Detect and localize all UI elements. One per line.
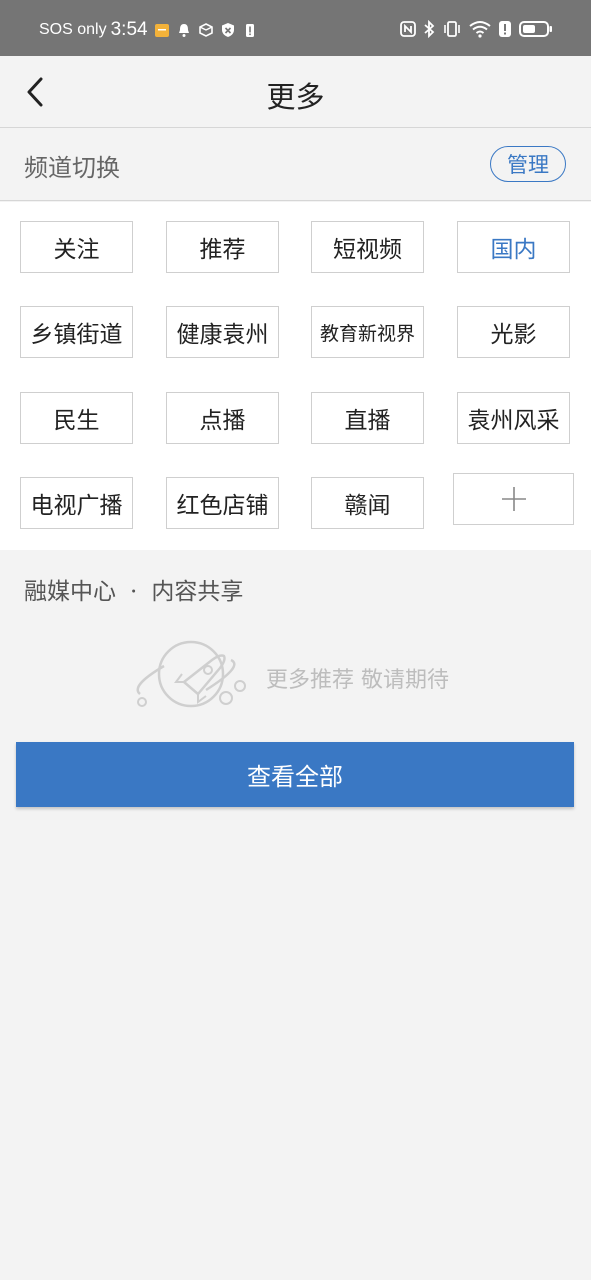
vibrate-icon bbox=[442, 20, 462, 43]
channel-chip[interactable]: 直播 bbox=[311, 392, 424, 444]
channel-chip[interactable]: 赣闻 bbox=[311, 477, 424, 529]
carrier-text: SOS only bbox=[39, 21, 107, 38]
channel-chip[interactable]: 民生 bbox=[20, 392, 133, 444]
nfc-icon bbox=[400, 20, 416, 43]
channel-chip-active[interactable]: 国内 bbox=[457, 221, 570, 273]
channel-chip[interactable]: 推荐 bbox=[166, 221, 279, 273]
view-all-button[interactable]: 查看全部 bbox=[16, 742, 574, 807]
status-bar: SOS only 3:54 bbox=[0, 0, 591, 56]
channel-section-title: 频道切换 bbox=[24, 154, 120, 182]
bell-icon bbox=[176, 22, 192, 38]
add-channel-button[interactable] bbox=[453, 473, 574, 525]
calendar-icon bbox=[154, 22, 170, 38]
app-header: 更多 bbox=[0, 56, 591, 128]
channel-chip[interactable]: 关注 bbox=[20, 221, 133, 273]
channel-grid: 关注 推荐 短视频 国内 乡镇街道 健康袁州 教育新视界 光影 民生 点播 直播… bbox=[0, 202, 591, 550]
channel-chip[interactable]: 健康袁州 bbox=[166, 306, 279, 358]
shield-icon bbox=[220, 22, 236, 38]
channel-chip[interactable]: 袁州风采 bbox=[457, 392, 570, 444]
media-title-left: 融媒中心 bbox=[24, 579, 116, 605]
battery-icon bbox=[519, 20, 553, 43]
rocket-planet-icon bbox=[136, 640, 246, 708]
media-section-title: 融媒中心 · 内容共享 bbox=[24, 572, 243, 606]
channel-chip[interactable]: 红色店铺 bbox=[166, 477, 279, 529]
clock: 3:54 bbox=[110, 19, 148, 40]
channel-chip[interactable]: 电视广播 bbox=[20, 477, 133, 529]
empty-state: 更多推荐 敬请期待 bbox=[136, 638, 476, 712]
alert-icon bbox=[498, 20, 512, 43]
channel-chip[interactable]: 点播 bbox=[166, 392, 279, 444]
channel-section-header: 频道切换 管理 bbox=[0, 128, 591, 201]
channel-chip[interactable]: 乡镇街道 bbox=[20, 306, 133, 358]
manage-button[interactable]: 管理 bbox=[490, 146, 566, 182]
bluetooth-icon bbox=[423, 19, 435, 43]
plus-icon bbox=[501, 487, 526, 511]
empty-state-text: 更多推荐 敬请期待 bbox=[266, 668, 449, 693]
channel-chip[interactable]: 光影 bbox=[457, 306, 570, 358]
box-icon bbox=[198, 22, 214, 38]
title-separator: · bbox=[130, 579, 138, 605]
media-title-right: 内容共享 bbox=[151, 579, 244, 605]
wifi-icon bbox=[469, 20, 491, 43]
channel-chip[interactable]: 短视频 bbox=[311, 221, 424, 273]
channel-chip[interactable]: 教育新视界 bbox=[311, 306, 424, 358]
page-title: 更多 bbox=[266, 80, 325, 114]
battery-alert-icon bbox=[242, 22, 258, 38]
